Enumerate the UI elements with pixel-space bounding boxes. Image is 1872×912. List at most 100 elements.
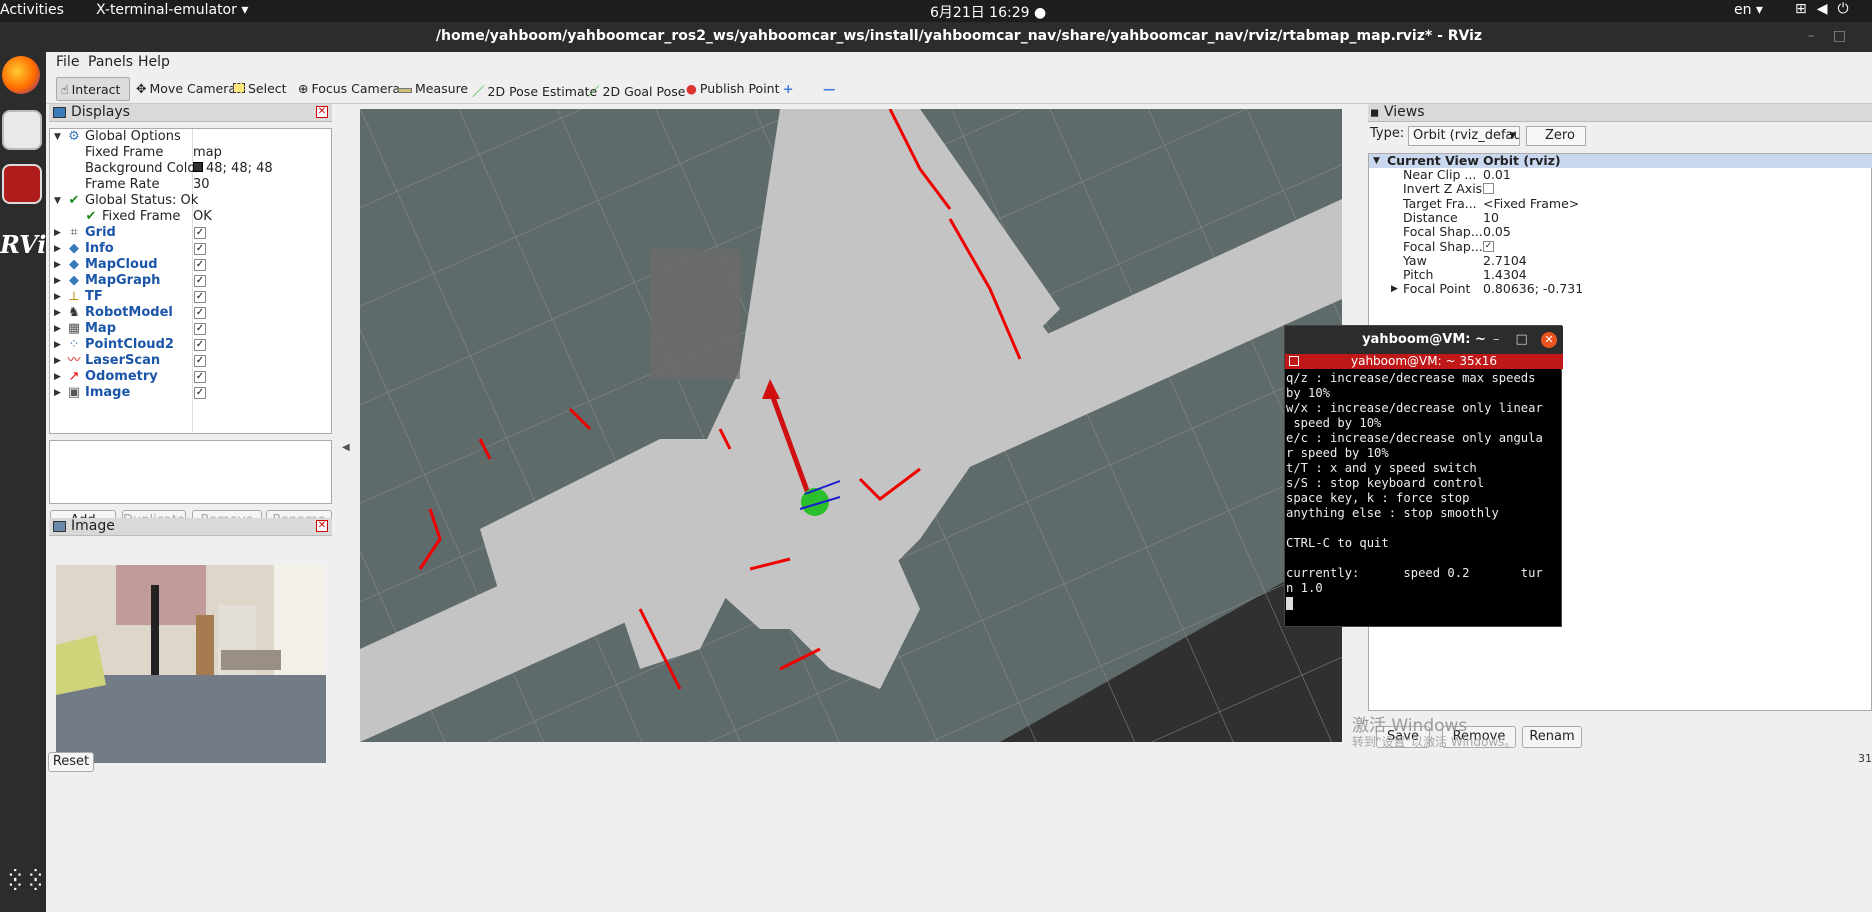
display-item[interactable]: ▶ ♞ RobotModel ✓ [50,305,333,321]
view-property-row[interactable]: Focal Shap... ✓ [1369,239,1872,254]
select-tool[interactable]: Select [229,77,291,101]
expand-arrow-icon[interactable]: ▶ [54,353,64,369]
expand-arrow-icon[interactable]: ▶ [54,305,64,321]
expand-arrow-icon[interactable]: ▶ [54,273,64,289]
terminal-output[interactable]: q/z : increase/decrease max speeds by 10%… [1286,371,1560,611]
language-indicator[interactable]: en ▾ [1734,2,1763,18]
view-property-row[interactable]: Near Clip ... 0.01 [1369,168,1872,182]
tree-row-status-fixed-frame[interactable]: ✔ Fixed Frame OK [50,209,333,225]
focal-shape-checkbox[interactable]: ✓ [1483,240,1494,252]
zero-button[interactable]: Zero [1526,126,1586,146]
enable-checkbox[interactable]: ✓ [194,275,206,287]
rename-view-button[interactable]: Renam [1522,726,1582,748]
view-property-row[interactable]: Yaw 2.7104 [1369,253,1872,268]
terminal-tab-bar[interactable]: yahboom@VM: ~ 35x16 [1285,354,1563,369]
display-item[interactable]: ▶ 〰 LaserScan ✓ [50,353,333,369]
show-apps-icon[interactable]: ⁘⁘ ⁘⁘ [6,866,47,898]
menu-panels[interactable]: Panels [88,54,133,70]
files-icon[interactable] [2,110,42,150]
tree-row-fixed-frame[interactable]: Fixed Frame map [50,145,333,161]
expand-arrow-icon[interactable]: ▶ [54,241,64,257]
display-item[interactable]: ▶ ▣ Image ✓ [50,385,333,401]
enable-checkbox[interactable]: ✓ [194,307,206,319]
window-controls[interactable]: –□ [1808,22,1864,50]
views-panel-header[interactable]: Views ◼ [1368,104,1872,122]
measure-tool[interactable]: Measure [394,77,472,101]
window-titlebar[interactable]: /home/yahboom/yahboomcar_ros2_ws/yahboom… [46,22,1872,52]
display-item[interactable]: ▶ ◆ MapGraph ✓ [50,273,333,289]
display-item[interactable]: ▶ ⟂ TF ✓ [50,289,333,305]
view-property-row[interactable]: Focal Shap... 0.05 [1369,225,1872,239]
enable-checkbox[interactable]: ✓ [194,339,206,351]
3d-viewport[interactable] [360,109,1342,742]
menu-help[interactable]: Help [138,54,170,70]
displays-panel-header[interactable]: Displays ✕ [49,104,332,122]
image-panel-header[interactable]: Image ✕ [49,518,332,536]
display-item[interactable]: ▶ ◆ MapCloud ✓ [50,257,333,273]
displays-tree[interactable]: ▼ ⚙ Global Options Fixed Frame map Backg… [49,128,333,435]
close-icon[interactable]: ✕ [1541,332,1557,348]
display-item[interactable]: ▶ ◆ Info ✓ [50,241,333,257]
expand-arrow-icon[interactable]: ▶ [54,289,64,305]
display-item[interactable]: ▶ ⌗ Grid ✓ [50,225,333,241]
activities-button[interactable]: Activities [0,2,64,18]
add-tool-button[interactable]: + [779,77,797,101]
terminal-window[interactable]: yahboom@VM: ~ –□ ✕ yahboom@VM: ~ 35x16 q… [1284,325,1563,627]
reset-button[interactable]: Reset [48,752,94,772]
interact-tool[interactable]: ☝ Interact [56,77,130,101]
expand-arrow-icon[interactable]: ▶ [54,257,64,273]
expand-arrow-icon[interactable]: ▶ [54,385,64,401]
monitor-icon [53,107,66,118]
enable-checkbox[interactable]: ✓ [194,371,206,383]
remove-tool-button[interactable]: — [819,77,840,101]
close-icon[interactable]: ✕ [316,106,328,118]
view-property-row[interactable]: Invert Z Axis [1369,182,1872,196]
expand-arrow-icon[interactable]: ▶ [54,337,64,353]
view-property-row[interactable]: Target Fra... <Fixed Frame> [1369,196,1872,211]
current-view-row[interactable]: ▼ Current View Orbit (rviz) [1369,154,1872,168]
expand-arrow-icon[interactable]: ▼ [54,193,64,209]
expand-arrow-icon[interactable]: ▶ [54,369,64,385]
display-item[interactable]: ▶ ▦ Map ✓ [50,321,333,337]
enable-checkbox[interactable]: ✓ [194,355,206,367]
expand-arrow-icon[interactable]: ▼ [1373,154,1380,168]
system-tray[interactable]: ⊞◀⏻ [1795,1,1859,17]
terminal-menu-icon[interactable] [1289,356,1299,366]
invert-z-checkbox[interactable] [1483,183,1494,195]
terminal-titlebar[interactable]: yahboom@VM: ~ –□ ✕ [1285,326,1563,354]
enable-checkbox[interactable]: ✓ [194,243,206,255]
expand-arrow-icon[interactable]: ▶ [54,321,64,337]
close-icon[interactable]: ✕ [316,520,328,532]
enable-checkbox[interactable]: ✓ [194,387,206,399]
terminal-icon[interactable] [2,164,42,204]
view-property-row[interactable]: Pitch 1.4304 [1369,268,1872,282]
enable-checkbox[interactable]: ✓ [194,291,206,303]
splitter-handle[interactable]: ◀ [342,442,350,453]
app-menu[interactable]: X-terminal-emulator ▾ [96,2,248,18]
firefox-icon[interactable] [2,56,40,94]
tree-row-background-color[interactable]: Background Color 48; 48; 48 [50,161,333,177]
display-item[interactable]: ▶ ↗ Odometry ✓ [50,369,333,385]
view-property-row[interactable]: ▶ Focal Point 0.80636; -0.731 [1369,282,1872,296]
enable-checkbox[interactable]: ✓ [194,227,206,239]
clock[interactable]: 6月21日 16:29 ● [930,2,1046,22]
enable-checkbox[interactable]: ✓ [194,323,206,335]
enable-checkbox[interactable]: ✓ [194,259,206,271]
map-pin-icon: ● [686,81,697,96]
terminal-window-controls[interactable]: –□ [1493,326,1544,354]
menu-file[interactable]: File [56,54,79,70]
focus-camera-tool[interactable]: ⊕ Focus Camera [294,77,404,101]
tree-row-frame-rate[interactable]: Frame Rate 30 [50,177,333,193]
tree-row-global-status[interactable]: ▼ ✔ Global Status: Ok [50,193,333,209]
views-type-select[interactable]: Orbit (rviz_defau ▾ [1408,126,1520,146]
goal-pose-tool[interactable]: ／ 2D Goal Pose [583,77,689,101]
expand-arrow-icon[interactable]: ▶ [54,225,64,241]
view-property-row[interactable]: Distance 10 [1369,210,1872,225]
display-item[interactable]: ▶ ⁘ PointCloud2 ✓ [50,337,333,353]
expand-arrow-icon[interactable]: ▶ [1391,282,1398,296]
expand-arrow-icon[interactable]: ▼ [54,129,64,145]
publish-point-tool[interactable]: ● Publish Point [682,77,784,101]
tree-row-global-options[interactable]: ▼ ⚙ Global Options [50,129,333,145]
pose-estimate-tool[interactable]: ／ 2D Pose Estimate [468,77,601,101]
move-camera-tool[interactable]: ✥ Move Camera [132,77,240,101]
